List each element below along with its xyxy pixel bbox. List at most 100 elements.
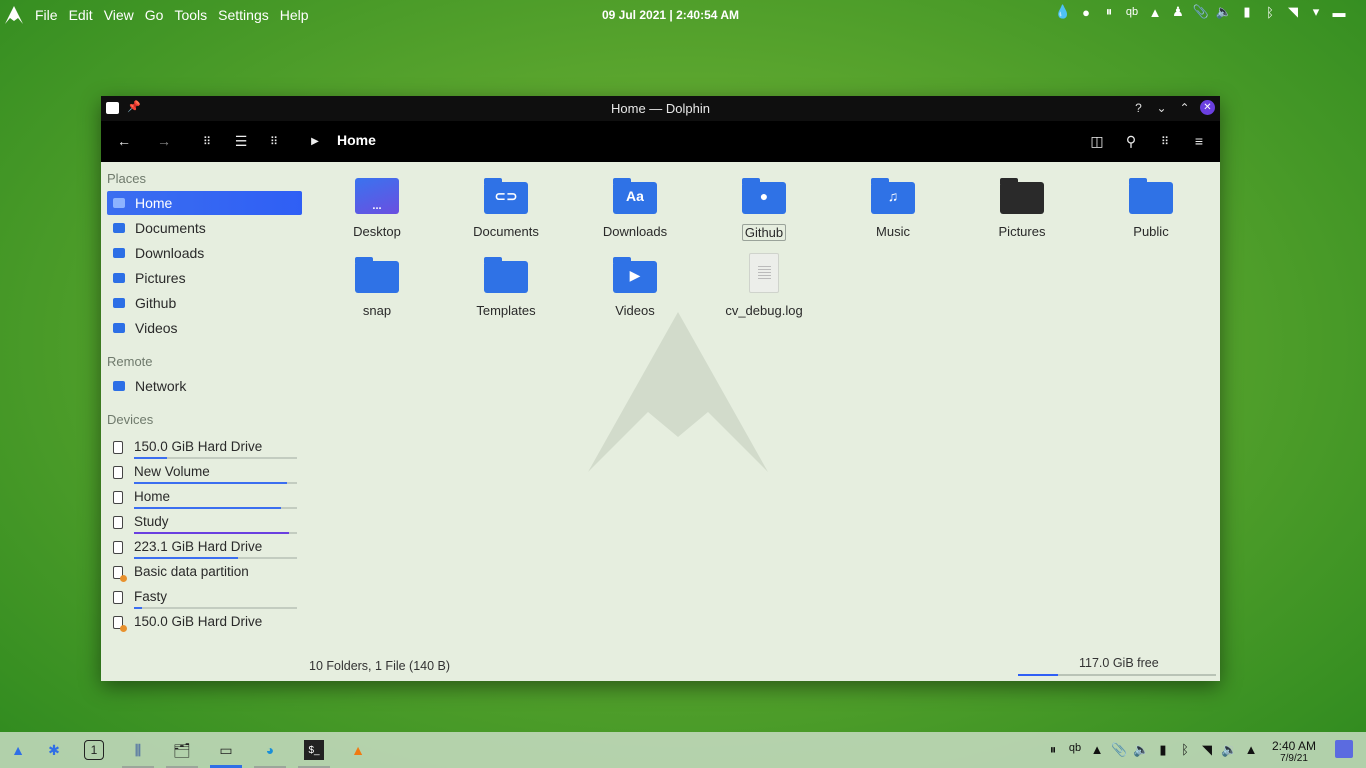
- device-item[interactable]: Fasty: [107, 586, 302, 611]
- battery-icon[interactable]: ▮: [1155, 742, 1171, 758]
- vlc-icon[interactable]: ▲: [1148, 4, 1162, 20]
- sidebar-item-videos[interactable]: Videos: [107, 316, 302, 340]
- file-item-public[interactable]: Public: [1092, 178, 1210, 239]
- free-space-bar[interactable]: [1018, 674, 1216, 676]
- breadcrumb-arrow-icon[interactable]: ▶: [305, 131, 325, 151]
- terminal-icon[interactable]: $_: [298, 740, 330, 768]
- file-view[interactable]: ... Desktop ⊂⊃ Documents Aa Downloads ● Github ♫…: [308, 162, 1220, 681]
- menu-edit[interactable]: Edit: [66, 7, 101, 23]
- vlc-icon[interactable]: ▲: [1089, 742, 1105, 758]
- network-folder-icon: [113, 381, 125, 391]
- maximize-button[interactable]: ⌃: [1177, 100, 1192, 115]
- show-desktop-button[interactable]: [1335, 740, 1353, 758]
- search-icon[interactable]: ⚲: [1121, 131, 1141, 151]
- sidebar-item-home[interactable]: Home: [107, 191, 302, 215]
- help-button[interactable]: ?: [1131, 100, 1146, 115]
- device-item[interactable]: 150.0 GiB Hard Drive: [107, 611, 302, 636]
- dolphin-taskbar-icon[interactable]: 🗂: [166, 740, 198, 768]
- files-taskbar-icon[interactable]: ▭: [210, 740, 242, 768]
- forward-arrow-icon[interactable]: →: [154, 131, 174, 151]
- clock-date: 7/9/21: [1280, 753, 1308, 764]
- speaker-icon[interactable]: 🔉: [1221, 742, 1237, 758]
- device-usage-bar: [134, 532, 297, 534]
- menu-help[interactable]: Help: [277, 7, 317, 23]
- device-item[interactable]: Basic data partition: [107, 561, 302, 586]
- expand-tray-icon[interactable]: ▲: [1243, 742, 1259, 758]
- device-item[interactable]: Study: [107, 511, 302, 536]
- application-launcher-icon[interactable]: ▲: [8, 740, 28, 760]
- arch-logo-icon[interactable]: [2, 3, 26, 27]
- sidebar-item-label: Pictures: [135, 270, 186, 286]
- sidebar-item-network[interactable]: Network: [107, 374, 302, 398]
- device-item[interactable]: New Volume: [107, 461, 302, 486]
- menu-file[interactable]: File: [32, 7, 66, 23]
- workspace-pager[interactable]: 1: [84, 740, 104, 760]
- bottom-clock[interactable]: 2:40 AM 7/9/21: [1266, 739, 1322, 764]
- title-bar[interactable]: 📌 Home — Dolphin ? ⌄ ⌃ ✕: [101, 96, 1220, 121]
- device-label: 150.0 GiB Hard Drive: [134, 614, 263, 629]
- device-item[interactable]: 150.0 GiB Hard Drive: [107, 436, 302, 461]
- folder-icon: ♫: [871, 178, 915, 214]
- menu-go[interactable]: Go: [142, 7, 172, 23]
- paperclip-icon[interactable]: 📎: [1111, 742, 1127, 758]
- wifi-icon[interactable]: ◥: [1286, 4, 1300, 20]
- volume-icon[interactable]: 🔈: [1216, 4, 1232, 20]
- file-item-downloads[interactable]: Aa Downloads: [576, 178, 694, 239]
- status-summary: 10 Folders, 1 File (140 B): [309, 659, 451, 673]
- menu-view[interactable]: View: [101, 7, 142, 23]
- kde-icon[interactable]: ✱: [44, 740, 64, 760]
- vlc-taskbar-icon[interactable]: ▲: [348, 740, 368, 760]
- folder-icon: ▶: [613, 257, 657, 293]
- top-clock[interactable]: 09 Jul 2021 | 2:40:54 AM: [602, 8, 739, 22]
- battery-icon[interactable]: ▮: [1240, 4, 1254, 20]
- breadcrumb-home[interactable]: Home: [337, 132, 376, 148]
- file-item-desktop[interactable]: ... Desktop: [318, 178, 436, 239]
- split-view-icon[interactable]: ◫: [1087, 131, 1107, 151]
- sidebar-item-label: Downloads: [135, 245, 205, 261]
- volume-icon[interactable]: 🔈: [1133, 742, 1149, 758]
- file-item-music[interactable]: ♫ Music: [834, 178, 952, 239]
- sidebar-item-downloads[interactable]: Downloads: [107, 241, 302, 265]
- pause-icon[interactable]: ⏸: [1102, 4, 1116, 20]
- sidebar-item-github[interactable]: Github: [107, 291, 302, 315]
- sidebar-item-pictures[interactable]: Pictures: [107, 266, 302, 290]
- icons-view-icon[interactable]: ⠿: [197, 131, 217, 151]
- folder-icon[interactable]: ▬: [1332, 4, 1346, 20]
- hard-drive-icon: [113, 466, 123, 479]
- minimize-button[interactable]: ⌄: [1154, 100, 1169, 115]
- circle-icon[interactable]: ●: [1079, 4, 1093, 20]
- back-arrow-icon[interactable]: ←: [114, 131, 134, 151]
- edge-browser-icon[interactable]: ◕: [254, 740, 286, 768]
- close-button[interactable]: ✕: [1200, 100, 1215, 115]
- file-item-documents[interactable]: ⊂⊃ Documents: [447, 178, 565, 239]
- grid-options-icon[interactable]: ⠿: [1155, 131, 1175, 151]
- file-item-cv-debug-log[interactable]: cv_debug.log: [705, 253, 823, 318]
- device-item[interactable]: 223.1 GiB Hard Drive: [107, 536, 302, 561]
- menu-tools[interactable]: Tools: [171, 7, 215, 23]
- user-icon[interactable]: ♟: [1171, 4, 1185, 20]
- file-item-snap[interactable]: snap: [318, 257, 436, 318]
- wifi-icon[interactable]: ◥: [1199, 742, 1215, 758]
- bluetooth-icon[interactable]: ᛒ: [1177, 742, 1193, 758]
- paperclip-icon[interactable]: 📎: [1193, 4, 1209, 20]
- mixer-icon[interactable]: ⫼: [122, 740, 154, 768]
- details-view-icon[interactable]: ☰: [231, 131, 251, 151]
- file-item-github[interactable]: ● Github: [705, 178, 823, 241]
- qbittorrent-icon[interactable]: qb: [1125, 4, 1139, 20]
- pictures-folder-icon: [1000, 178, 1044, 214]
- file-item-templates[interactable]: Templates: [447, 257, 565, 318]
- bluetooth-icon[interactable]: ᛒ: [1263, 4, 1277, 20]
- file-item-pictures[interactable]: Pictures: [963, 178, 1081, 239]
- pause-icon[interactable]: ⏸: [1045, 742, 1061, 758]
- qbittorrent-icon[interactable]: qb: [1067, 742, 1083, 758]
- device-label: Study: [134, 514, 169, 529]
- free-space-label[interactable]: 117.0 GiB free: [1079, 656, 1159, 670]
- chevron-down-icon[interactable]: ▾: [1309, 4, 1323, 20]
- compact-view-icon[interactable]: ⠿: [264, 131, 284, 151]
- sidebar-item-documents[interactable]: Documents: [107, 216, 302, 240]
- device-item[interactable]: Home: [107, 486, 302, 511]
- file-item-videos[interactable]: ▶ Videos: [576, 257, 694, 318]
- menu-settings[interactable]: Settings: [215, 7, 277, 23]
- droplet-icon[interactable]: 💧: [1055, 4, 1071, 20]
- hamburger-menu-icon[interactable]: ≡: [1189, 131, 1209, 151]
